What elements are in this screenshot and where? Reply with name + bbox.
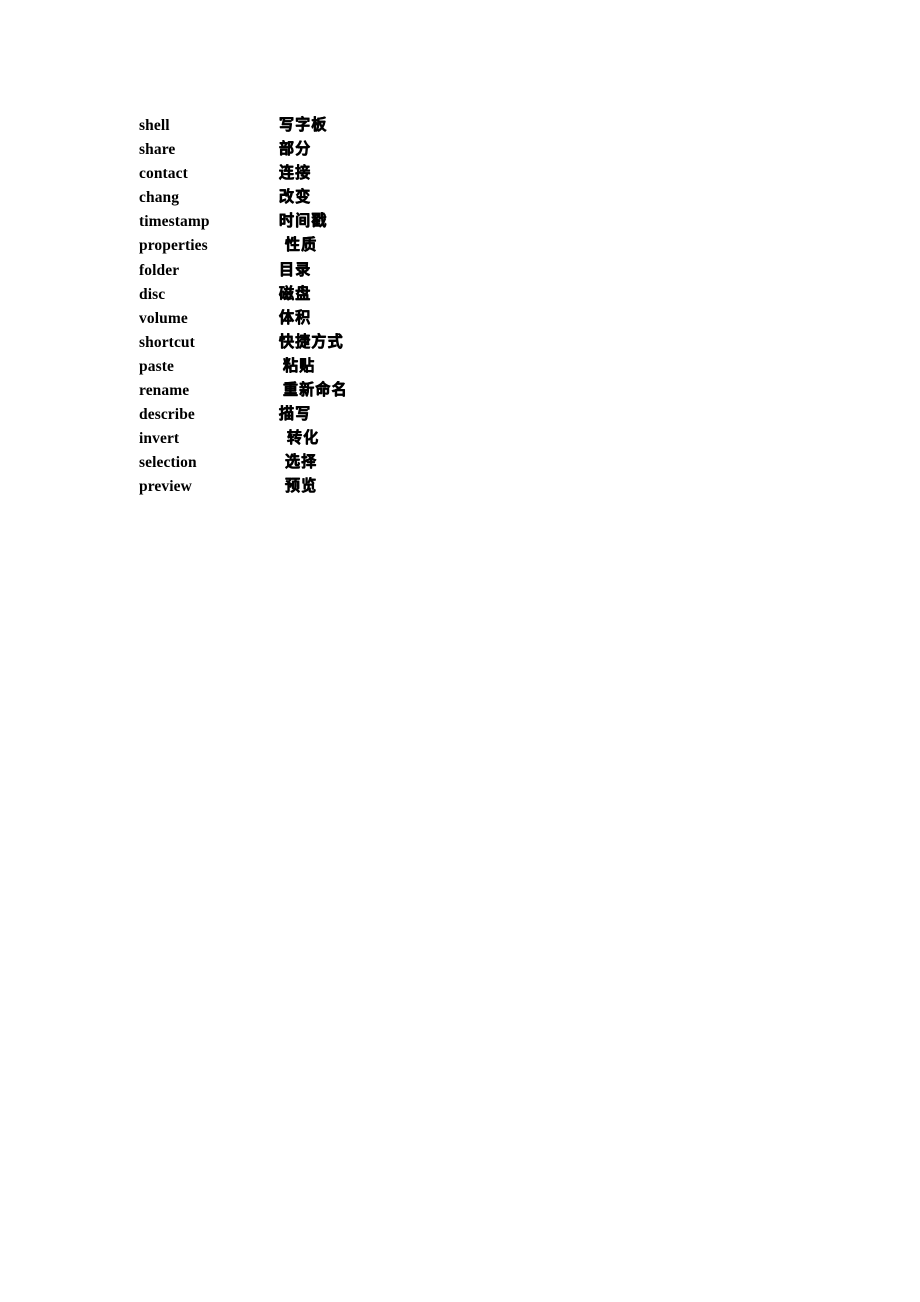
glossary-list: shell 写字板 share 部分 contact 连接 chang 改变 timestamp… bbox=[139, 113, 559, 499]
glossary-row: folder 目录 bbox=[139, 258, 559, 282]
glossary-row: volume 体积 bbox=[139, 306, 559, 330]
glossary-term-chinese: 磁盘 bbox=[279, 283, 312, 303]
glossary-row: shell 写字板 bbox=[139, 113, 559, 137]
glossary-row: properties 性质 bbox=[139, 233, 559, 257]
glossary-row: selection 选择 bbox=[139, 450, 559, 474]
glossary-row: chang 改变 bbox=[139, 185, 559, 209]
glossary-term-chinese: 目录 bbox=[279, 259, 312, 279]
glossary-term-english: shortcut bbox=[139, 333, 195, 351]
glossary-term-english: share bbox=[139, 141, 176, 159]
glossary-row: share 部分 bbox=[139, 137, 559, 161]
glossary-row: timestamp 时间戳 bbox=[139, 209, 559, 233]
glossary-term-english: shell bbox=[139, 117, 170, 134]
glossary-term-english: selection bbox=[139, 454, 197, 472]
glossary-term-chinese: 转化 bbox=[287, 428, 320, 448]
glossary-term-chinese: 性质 bbox=[285, 235, 318, 255]
glossary-term-english: chang bbox=[139, 189, 180, 207]
glossary-term-english: invert bbox=[139, 430, 180, 448]
glossary-term-chinese: 粘贴 bbox=[283, 356, 316, 375]
glossary-term-chinese: 部分 bbox=[279, 139, 312, 158]
glossary-term-chinese: 重新命名 bbox=[283, 380, 348, 399]
glossary-row: rename 重新命名 bbox=[139, 378, 559, 402]
glossary-term-chinese: 快捷方式 bbox=[279, 332, 344, 351]
glossary-term-chinese: 选择 bbox=[285, 452, 318, 472]
glossary-row: disc 磁盘 bbox=[139, 282, 559, 306]
glossary-term-english: contact bbox=[139, 165, 188, 183]
glossary-row: paste 粘贴 bbox=[139, 354, 559, 378]
glossary-term-english: preview bbox=[139, 478, 192, 496]
glossary-term-chinese: 写字板 bbox=[279, 115, 328, 134]
glossary-term-english: properties bbox=[139, 237, 208, 255]
glossary-row: shortcut 快捷方式 bbox=[139, 330, 559, 354]
glossary-row: describe 描写 bbox=[139, 402, 559, 426]
glossary-term-chinese: 体积 bbox=[279, 307, 312, 327]
glossary-term-chinese: 预览 bbox=[285, 476, 318, 496]
glossary-term-english: timestamp bbox=[139, 213, 210, 231]
glossary-term-chinese: 时间戳 bbox=[279, 211, 328, 231]
glossary-row: preview 预览 bbox=[139, 474, 559, 498]
glossary-term-chinese: 描写 bbox=[279, 404, 312, 424]
glossary-term-chinese: 改变 bbox=[279, 187, 312, 207]
glossary-term-english: folder bbox=[139, 261, 180, 279]
glossary-term-chinese: 连接 bbox=[279, 163, 312, 183]
glossary-term-english: paste bbox=[139, 357, 174, 375]
glossary-row: contact 连接 bbox=[139, 161, 559, 185]
glossary-term-english: disc bbox=[139, 285, 166, 303]
glossary-term-english: volume bbox=[139, 309, 188, 327]
glossary-term-english: rename bbox=[139, 382, 190, 400]
document-page: shell 写字板 share 部分 contact 连接 chang 改变 timestamp… bbox=[0, 0, 920, 1302]
glossary-term-english: describe bbox=[139, 406, 195, 424]
glossary-row: invert 转化 bbox=[139, 426, 559, 450]
